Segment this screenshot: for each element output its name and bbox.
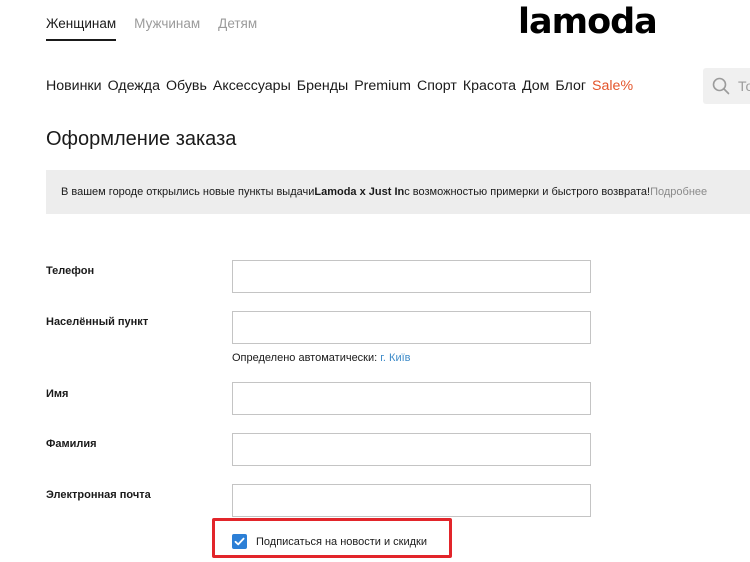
email-input[interactable] [232,484,591,517]
nav-item-premium[interactable]: Premium [354,78,411,94]
subscribe-checkbox[interactable] [232,534,247,549]
city-auto-link[interactable]: г. Київ [380,352,410,364]
nav-item-shoes[interactable]: Обувь [166,78,207,94]
phone-label: Телефон [46,265,95,277]
phone-input[interactable] [232,260,591,293]
name-input[interactable] [232,382,591,415]
nav-item-beauty[interactable]: Красота [463,78,516,94]
nav-item-blog[interactable]: Блог [555,78,586,94]
surname-input[interactable] [232,433,591,466]
tab-men[interactable]: Мужчинам [134,16,200,41]
nav-item-sale[interactable]: Sale% [592,78,633,94]
tab-women[interactable]: Женщинам [46,16,117,41]
city-input[interactable] [232,311,591,344]
banner-text-before: В вашем городе открылись новые пункты вы… [61,186,315,198]
nav-item-brands[interactable]: Бренды [297,78,348,94]
search-icon [712,77,730,95]
info-banner: В вашем городе открылись новые пункты вы… [46,170,750,214]
nav-item-new[interactable]: Новинки [46,78,102,94]
surname-label: Фамилия [46,438,97,450]
city-auto-detected: Определено автоматически: г. Київ [232,352,411,364]
name-label: Имя [46,388,69,400]
nav-item-accessories[interactable]: Аксессуары [213,78,291,94]
page-title: Оформление заказа [46,128,237,150]
main-nav: Новинки Одежда Обувь Аксессуары Бренды P… [46,78,639,94]
check-icon [234,537,245,546]
email-label: Электронная почта [46,489,151,501]
banner-text-after: с возможностью примерки и быстрого возвр… [404,186,651,198]
tab-kids[interactable]: Детям [218,16,257,41]
gender-tabs: Женщинам Мужчинам Детям [46,16,275,41]
banner-brand: Lamoda x Just In [314,186,405,198]
nav-item-clothes[interactable]: Одежда [108,78,160,94]
subscribe-checkbox-row[interactable]: Подписаться на новости и скидки [232,534,427,549]
nav-item-home[interactable]: Дом [522,78,549,94]
nav-item-sport[interactable]: Спорт [417,78,457,94]
banner-more-link[interactable]: Подробнее [650,186,707,198]
subscribe-label: Подписаться на новости и скидки [256,535,428,548]
lamoda-logo[interactable]: lamoda [518,2,658,42]
search-box[interactable]: То [703,68,750,104]
search-placeholder: То [738,78,750,94]
city-label: Населённый пункт [46,316,149,328]
city-auto-text: Определено автоматически: [232,352,381,364]
